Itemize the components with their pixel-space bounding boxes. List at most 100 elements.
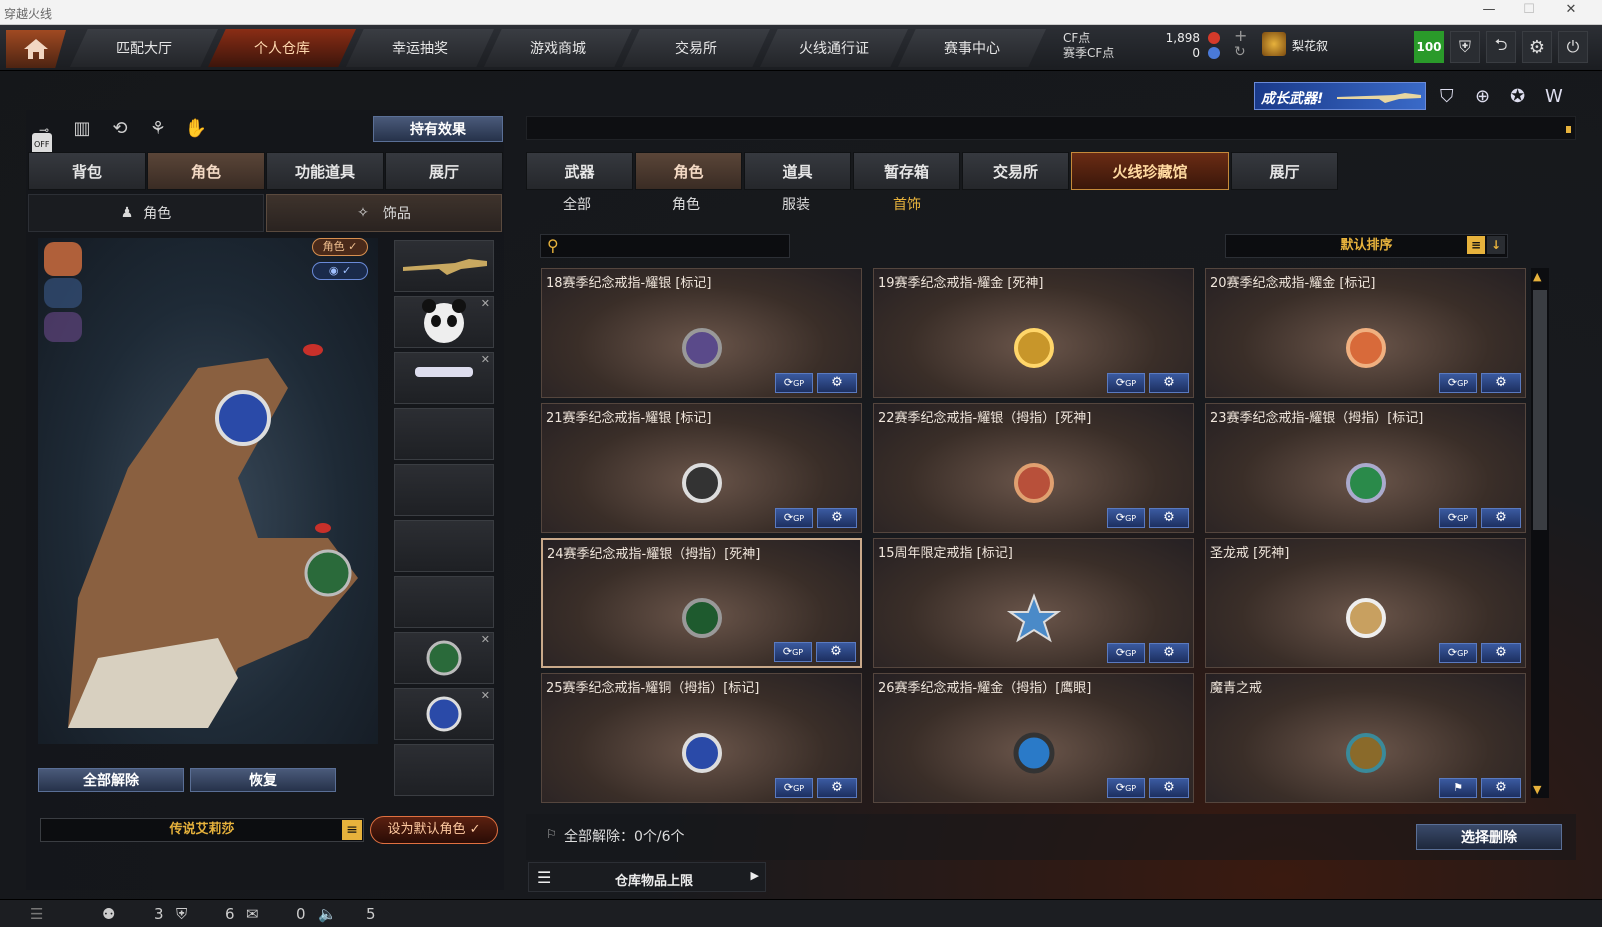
scroll-down-icon[interactable]: ▼ — [1533, 783, 1541, 796]
gp-swap-button[interactable]: ⟳GP — [774, 642, 812, 662]
grid-scrollbar[interactable]: ▲ ▼ — [1531, 268, 1549, 798]
item-settings-button[interactable]: ⚙ — [1481, 778, 1521, 798]
home-button[interactable] — [6, 30, 66, 68]
right-tab-showroom[interactable]: 展厅 — [1231, 152, 1338, 190]
faction-tiger-icon[interactable] — [44, 242, 82, 276]
slot-body[interactable] — [394, 520, 494, 572]
item-card-selected[interactable]: 24赛季纪念戒指-耀银（拇指）[死神] ⟳GP ⚙ — [541, 538, 862, 668]
role-toggle[interactable]: 角色 ✓ — [312, 238, 368, 256]
item-settings-button[interactable]: ⚙ — [817, 373, 857, 393]
item-card[interactable]: 圣龙戒 [死神] ⟳GP ⚙ — [1205, 538, 1526, 668]
vip-shield-icon[interactable]: ⛉ — [1440, 86, 1454, 107]
item-card[interactable]: 23赛季纪念戒指-耀银（拇指）[标记] ⟳GP ⚙ — [1205, 403, 1526, 533]
guild-shield-icon[interactable]: ⛨ — [176, 905, 187, 923]
right-tab-collection-hall[interactable]: 火线珍藏馆 — [1071, 152, 1229, 190]
item-settings-button[interactable]: ⚙ — [817, 508, 857, 528]
gp-swap-button[interactable]: ⟳GP — [1107, 643, 1145, 663]
nav-tab-game-store[interactable]: 游戏商城 — [484, 29, 632, 67]
gp-swap-button[interactable]: ⟳GP — [1107, 778, 1145, 798]
sort-direction-icon[interactable]: ↓ — [1487, 236, 1505, 254]
left-tab-showroom[interactable]: 展厅 — [385, 152, 503, 190]
nav-tab-event-center[interactable]: 赛事中心 — [898, 29, 1046, 67]
gp-swap-button[interactable]: ⟳GP — [1107, 508, 1145, 528]
left-tab-character[interactable]: 角色 — [147, 152, 265, 190]
slot-backpack[interactable] — [394, 464, 494, 516]
subtab-all[interactable]: 全部 — [563, 194, 591, 214]
item-card[interactable]: 19赛季纪念戒指-耀金 [死神] ⟳GP ⚙ — [873, 268, 1194, 398]
faction-wing-icon[interactable] — [44, 312, 82, 342]
right-tab-weapons[interactable]: 武器 — [526, 152, 633, 190]
gp-swap-button[interactable]: ⟳GP — [775, 373, 813, 393]
gp-swap-button[interactable]: ⟳GP — [775, 508, 813, 528]
slot-vest[interactable] — [394, 408, 494, 460]
slot-ring-3[interactable] — [394, 744, 494, 796]
growth-weapon-banner[interactable]: 成长武器! — [1254, 82, 1426, 110]
item-settings-button[interactable]: ⚙ — [1149, 508, 1189, 528]
subtab-clothing[interactable]: 服装 — [782, 194, 810, 214]
item-settings-button[interactable]: ⚙ — [1481, 373, 1521, 393]
item-settings-button[interactable]: ⚙ — [1149, 373, 1189, 393]
right-tab-exchange[interactable]: 交易所 — [962, 152, 1069, 190]
character-preview[interactable]: 角色 ✓ ◉ ✓ — [38, 238, 378, 744]
subtab-accessories[interactable]: ✧ 饰品 — [266, 194, 502, 232]
scroll-thumb[interactable] — [1533, 290, 1547, 530]
nav-tab-match-hall[interactable]: 匹配大厅 — [70, 29, 218, 67]
friends-icon[interactable]: ⚉ — [102, 905, 115, 923]
select-delete-button[interactable]: 选择删除 — [1416, 824, 1562, 850]
right-tab-temp-box[interactable]: 暂存箱 — [853, 152, 960, 190]
remove-icon[interactable]: ✕ — [481, 297, 490, 310]
slot-pants[interactable] — [394, 576, 494, 628]
gp-swap-button[interactable]: ⟳GP — [775, 778, 813, 798]
speaker-icon[interactable]: 🔈 — [318, 905, 337, 923]
remove-icon[interactable]: ✕ — [481, 353, 490, 366]
item-settings-button[interactable]: ⚙ — [816, 642, 856, 662]
restore-button[interactable]: 恢复 — [190, 768, 336, 792]
item-card[interactable]: 20赛季纪念戒指-耀金 [标记] ⟳GP ⚙ — [1205, 268, 1526, 398]
list-menu-icon[interactable]: ≡ — [342, 820, 362, 840]
scroll-up-icon[interactable]: ▲ — [1533, 270, 1541, 283]
gp-swap-button[interactable]: ⟳GP — [1439, 643, 1477, 663]
slot-ring-1[interactable]: ✕ — [394, 632, 494, 684]
right-tab-character[interactable]: 角色 — [635, 152, 742, 190]
history-button[interactable]: ⟲ — [108, 117, 132, 141]
minimize-icon[interactable]: — — [1474, 2, 1504, 22]
item-card[interactable]: 15周年限定戒指 [标记] ⟳GP ⚙ — [873, 538, 1194, 668]
flag-button[interactable]: ⚑ — [1439, 778, 1477, 798]
faction-bird-icon[interactable] — [44, 278, 82, 308]
unequip-all-button[interactable]: 全部解除 — [38, 768, 184, 792]
off-toggle[interactable]: ⊸ OFF — [32, 117, 56, 157]
gp-swap-button[interactable]: ⟳GP — [1439, 373, 1477, 393]
globe-icon[interactable]: ⊕ — [1475, 86, 1490, 107]
left-tab-backpack[interactable]: 背包 — [28, 152, 146, 190]
sort-dropdown[interactable]: 默认排序 ≡ ↓ — [1225, 234, 1508, 258]
maximize-icon[interactable]: ☐ — [1514, 2, 1544, 22]
ranking-button[interactable]: ▥ — [70, 117, 94, 141]
item-settings-button[interactable]: ⚙ — [1149, 778, 1189, 798]
settings-button[interactable]: ⚙ — [1522, 31, 1552, 63]
item-card[interactable]: 25赛季纪念戒指-耀铜（拇指）[标记] ⟳GP ⚙ — [541, 673, 862, 803]
right-tab-items[interactable]: 道具 — [744, 152, 851, 190]
item-card[interactable]: 22赛季纪念戒指-耀银（拇指）[死神] ⟳GP ⚙ — [873, 403, 1194, 533]
item-card[interactable]: 26赛季纪念戒指-耀金（拇指）[鹰眼] ⟳GP ⚙ — [873, 673, 1194, 803]
return-button[interactable]: ⮌ — [1486, 31, 1516, 63]
subtab-jewelry[interactable]: 首饰 — [893, 194, 921, 214]
remove-icon[interactable]: ✕ — [481, 633, 490, 646]
storage-limit-button[interactable]: ☰ 仓库物品上限 ▶ — [528, 862, 766, 892]
shield-button[interactable]: ⛨ — [1450, 31, 1480, 63]
left-tab-function-items[interactable]: 功能道具 — [266, 152, 384, 190]
remove-icon[interactable]: ✕ — [481, 689, 490, 702]
glove-button[interactable]: ✋ — [184, 117, 208, 141]
subtab-character[interactable]: ♟ 角色 — [28, 194, 264, 232]
subtab-roles[interactable]: 角色 — [672, 194, 700, 214]
character-action-button[interactable]: ⚘ — [146, 117, 170, 141]
slot-head[interactable]: ✕ — [394, 296, 494, 348]
nav-tab-battle-pass[interactable]: 火线通行证 — [760, 29, 908, 67]
gp-swap-button[interactable]: ⟳GP — [1439, 508, 1477, 528]
item-settings-button[interactable]: ⚙ — [1149, 643, 1189, 663]
menu-icon[interactable]: ☰ — [30, 905, 43, 923]
power-button[interactable]: ⏻ — [1558, 31, 1588, 63]
item-card[interactable]: 18赛季纪念戒指-耀银 [标记] ⟳GP ⚙ — [541, 268, 862, 398]
item-card[interactable]: 魔青之戒 ⚑ ⚙ — [1205, 673, 1526, 803]
hold-effect-button[interactable]: 持有效果 — [373, 116, 503, 142]
list-view-icon[interactable]: ≡ — [1467, 236, 1485, 254]
